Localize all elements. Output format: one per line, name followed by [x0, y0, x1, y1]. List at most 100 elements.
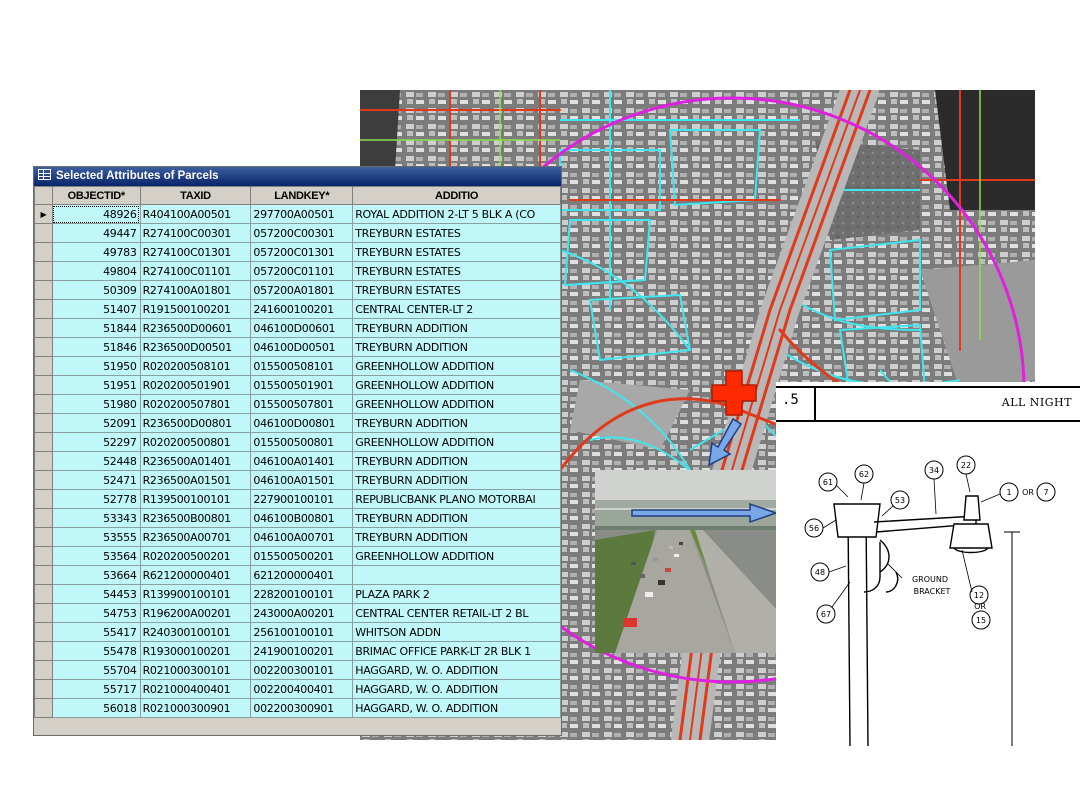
row-selector[interactable]: [34, 356, 53, 376]
cell-addition[interactable]: [352, 565, 561, 585]
cell-addition[interactable]: HAGGARD, W. O. ADDITION: [352, 660, 561, 680]
cell-taxid[interactable]: R404100A00501: [139, 204, 252, 224]
cell-objectid[interactable]: 52471: [51, 470, 141, 490]
cell-addition[interactable]: TREYBURN ESTATES: [352, 280, 561, 300]
current-row-indicator-icon[interactable]: ▶: [34, 204, 53, 224]
cell-addition[interactable]: CENTRAL CENTER-LT 2: [352, 299, 561, 319]
cell-taxid[interactable]: R240300100101: [139, 622, 252, 642]
row-selector[interactable]: [34, 546, 53, 566]
cell-taxid[interactable]: R621200000401: [139, 565, 252, 585]
cell-landkey[interactable]: 057200C00301: [250, 223, 354, 243]
table-row[interactable]: ▶ 48926 R404100A00501 297700A00501 ROYAL ADD…: [34, 204, 561, 224]
cell-taxid[interactable]: R236500B00801: [139, 508, 252, 528]
row-selector[interactable]: [34, 223, 53, 243]
cell-taxid[interactable]: R020200500801: [139, 432, 252, 452]
table-row[interactable]: 51846 R236500D00501 046100D00501 TREYBURN A…: [34, 337, 561, 357]
row-selector[interactable]: [34, 280, 53, 300]
cell-landkey[interactable]: 243000A00201: [250, 603, 354, 623]
cell-addition[interactable]: TREYBURN ADDITION: [352, 470, 561, 490]
row-selector[interactable]: [34, 242, 53, 262]
cell-objectid[interactable]: 52297: [51, 432, 141, 452]
cell-landkey[interactable]: 002200400401: [250, 679, 354, 699]
cell-taxid[interactable]: R020200507801: [139, 394, 252, 414]
cell-taxid[interactable]: R193000100201: [139, 641, 252, 661]
cell-landkey[interactable]: 046100A01501: [250, 470, 354, 490]
table-row[interactable]: 52448 R236500A01401 046100A01401 TREYBURN A…: [34, 451, 561, 471]
table-row[interactable]: 49804 R274100C01101 057200C01101 TREYBURN E…: [34, 261, 561, 281]
cell-taxid[interactable]: R020200508101: [139, 356, 252, 376]
cell-addition[interactable]: GREENHOLLOW ADDITION: [352, 432, 561, 452]
row-selector[interactable]: [34, 622, 53, 642]
cell-landkey[interactable]: 256100100101: [250, 622, 354, 642]
table-row[interactable]: 53664 R621200000401 621200000401: [34, 565, 561, 585]
row-selector[interactable]: [34, 375, 53, 395]
cell-objectid[interactable]: 55417: [51, 622, 141, 642]
cell-landkey[interactable]: 046100D00801: [250, 413, 354, 433]
cell-taxid[interactable]: R139900100101: [139, 584, 252, 604]
cell-objectid[interactable]: 53343: [51, 508, 141, 528]
row-selector[interactable]: [34, 641, 53, 661]
cell-objectid[interactable]: 51950: [51, 356, 141, 376]
cell-addition[interactable]: TREYBURN ADDITION: [352, 413, 561, 433]
table-row[interactable]: 56018 R021000300901 002200300901 HAGGARD, W…: [34, 698, 561, 718]
cell-addition[interactable]: ROYAL ADDITION 2-LT 5 BLK A (CO: [352, 204, 561, 224]
row-selector[interactable]: [34, 660, 53, 680]
cell-landkey[interactable]: 228200100101: [250, 584, 354, 604]
cell-objectid[interactable]: 53564: [51, 546, 141, 566]
cell-taxid[interactable]: R236500D00501: [139, 337, 252, 357]
cell-addition[interactable]: GREENHOLLOW ADDITION: [352, 546, 561, 566]
row-selector-header[interactable]: [34, 186, 53, 205]
window-titlebar[interactable]: Selected Attributes of Parcels: [34, 167, 561, 186]
row-selector[interactable]: [34, 584, 53, 604]
cell-addition[interactable]: BRIMAC OFFICE PARK-LT 2R BLK 1: [352, 641, 561, 661]
cell-landkey[interactable]: 046100D00501: [250, 337, 354, 357]
cell-addition[interactable]: TREYBURN ADDITION: [352, 527, 561, 547]
cell-objectid[interactable]: 48926: [51, 204, 141, 224]
cell-objectid[interactable]: 51980: [51, 394, 141, 414]
row-selector[interactable]: [34, 470, 53, 490]
cell-landkey[interactable]: 002200300101: [250, 660, 354, 680]
cell-objectid[interactable]: 51951: [51, 375, 141, 395]
cell-taxid[interactable]: R021000300901: [139, 698, 252, 718]
row-selector[interactable]: [34, 261, 53, 281]
row-selector[interactable]: [34, 413, 53, 433]
cell-addition[interactable]: REPUBLICBANK PLANO MOTORBAI: [352, 489, 561, 509]
cell-objectid[interactable]: 51407: [51, 299, 141, 319]
cell-objectid[interactable]: 49783: [51, 242, 141, 262]
cell-addition[interactable]: PLAZA PARK 2: [352, 584, 561, 604]
cell-objectid[interactable]: 54453: [51, 584, 141, 604]
table-row[interactable]: 52471 R236500A01501 046100A01501 TREYBURN A…: [34, 470, 561, 490]
cell-landkey[interactable]: 015500508101: [250, 356, 354, 376]
cell-taxid[interactable]: R236500A00701: [139, 527, 252, 547]
table-row[interactable]: 55478 R193000100201 241900100201 BRIMAC OFF…: [34, 641, 561, 661]
row-selector[interactable]: [34, 603, 53, 623]
table-row[interactable]: 49783 R274100C01301 057200C01301 TREYBURN E…: [34, 242, 561, 262]
table-row[interactable]: 51951 R020200501901 015500501901 GREENHOLLO…: [34, 375, 561, 395]
row-selector[interactable]: [34, 318, 53, 338]
cell-objectid[interactable]: 52778: [51, 489, 141, 509]
row-selector[interactable]: [34, 489, 53, 509]
cell-taxid[interactable]: R274100C00301: [139, 223, 252, 243]
cell-objectid[interactable]: 50309: [51, 280, 141, 300]
cell-addition[interactable]: TREYBURN ESTATES: [352, 223, 561, 243]
cell-landkey[interactable]: 046100A01401: [250, 451, 354, 471]
cell-addition[interactable]: GREENHOLLOW ADDITION: [352, 356, 561, 376]
cell-objectid[interactable]: 56018: [51, 698, 141, 718]
cell-landkey[interactable]: 057200C01301: [250, 242, 354, 262]
column-header-taxid[interactable]: TAXID: [139, 186, 252, 205]
table-row[interactable]: 52297 R020200500801 015500500801 GREENHOLLO…: [34, 432, 561, 452]
row-selector[interactable]: [34, 527, 53, 547]
row-selector[interactable]: [34, 394, 53, 414]
table-row[interactable]: 53555 R236500A00701 046100A00701 TREYBURN A…: [34, 527, 561, 547]
cell-taxid[interactable]: R139500100101: [139, 489, 252, 509]
cell-landkey[interactable]: 015500500801: [250, 432, 354, 452]
row-selector[interactable]: [34, 432, 53, 452]
cell-addition[interactable]: GREENHOLLOW ADDITION: [352, 375, 561, 395]
cell-taxid[interactable]: R236500D00601: [139, 318, 252, 338]
cell-objectid[interactable]: 49447: [51, 223, 141, 243]
cell-taxid[interactable]: R274100C01101: [139, 261, 252, 281]
cell-landkey[interactable]: 297700A00501: [250, 204, 354, 224]
table-row[interactable]: 52091 R236500D00801 046100D00801 TREYBURN A…: [34, 413, 561, 433]
cell-addition[interactable]: CENTRAL CENTER RETAIL-LT 2 BL: [352, 603, 561, 623]
cell-objectid[interactable]: 54753: [51, 603, 141, 623]
